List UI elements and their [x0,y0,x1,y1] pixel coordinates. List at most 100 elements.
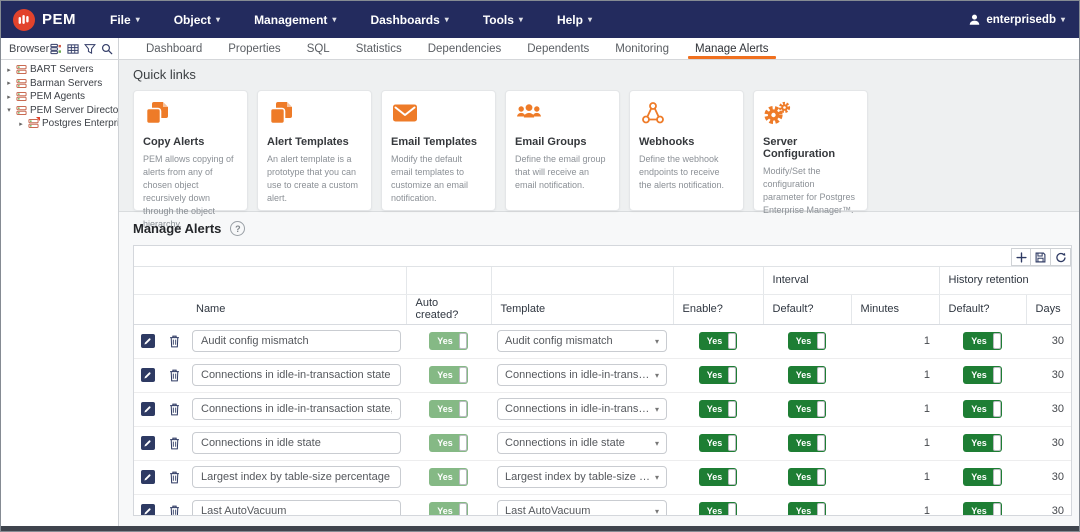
table-row: Yes Connections in idle-in-transaction s… [134,392,1072,426]
alert-name-input[interactable] [192,500,401,516]
refresh-button[interactable] [1051,248,1071,266]
tab-properties[interactable]: Properties [215,38,293,59]
tree-item-postgres-enterprise-manager[interactable]: ▸ Postgres Enterprise Man [1,117,118,131]
history-default-toggle[interactable]: Yes [963,400,1002,418]
alert-name-input[interactable] [192,466,401,488]
object-explorer-icon[interactable] [50,43,62,55]
delete-row-button[interactable] [169,471,180,484]
grid-view-icon[interactable] [67,43,79,55]
card-alert-templates[interactable]: Alert Templates An alert template is a p… [257,90,372,211]
auto-created-toggle[interactable]: Yes [429,468,468,486]
alert-name-input[interactable] [192,364,401,386]
enable-toggle[interactable]: Yes [699,502,738,516]
template-select[interactable]: Audit config mismatch▾ [497,330,667,352]
search-icon[interactable] [101,43,113,55]
days-value[interactable]: 30 [1026,460,1072,494]
history-default-toggle[interactable]: Yes [963,434,1002,452]
card-email-groups[interactable]: Email Groups Define the email group that… [505,90,620,211]
minutes-value[interactable]: 1 [851,358,939,392]
menu-object[interactable]: Object▾ [174,13,220,27]
trash-icon [169,505,180,517]
card-server-configuration[interactable]: Server Configuration Modify/Set the conf… [753,90,868,211]
tab-dashboard[interactable]: Dashboard [133,38,215,59]
minutes-value[interactable]: 1 [851,494,939,516]
tab-dependencies[interactable]: Dependencies [415,38,515,59]
card-email-templates[interactable]: Email Templates Modify the default email… [381,90,496,211]
edit-row-button[interactable] [141,402,155,416]
browser-title: Browser [9,43,49,55]
tab-sql[interactable]: SQL [294,38,343,59]
days-value[interactable]: 30 [1026,392,1072,426]
tab-manage-alerts[interactable]: Manage Alerts [682,38,782,59]
tree-item-barman-servers[interactable]: ▸ Barman Servers [1,77,118,91]
history-default-toggle[interactable]: Yes [963,468,1002,486]
menu-tools[interactable]: Tools▾ [483,13,523,27]
days-value[interactable]: 30 [1026,358,1072,392]
filter-icon[interactable] [84,43,96,55]
tree-item-pem-server-directory[interactable]: ▾ PEM Server Directory (1) [1,104,118,118]
enable-toggle[interactable]: Yes [699,366,738,384]
auto-created-toggle[interactable]: Yes [429,332,468,350]
days-value[interactable]: 30 [1026,426,1072,460]
delete-row-button[interactable] [169,505,180,517]
menu-management[interactable]: Management▾ [254,13,336,27]
auto-created-toggle[interactable]: Yes [429,366,468,384]
auto-created-toggle[interactable]: Yes [429,502,468,516]
alert-name-input[interactable] [192,330,401,352]
edit-row-button[interactable] [141,368,155,382]
delete-row-button[interactable] [169,437,180,450]
minutes-value[interactable]: 1 [851,392,939,426]
card-copy-alerts[interactable]: Copy Alerts PEM allows copying of alerts… [133,90,248,211]
enable-toggle[interactable]: Yes [699,332,738,350]
history-default-toggle[interactable]: Yes [963,502,1002,516]
tab-monitoring[interactable]: Monitoring [602,38,682,59]
days-value[interactable]: 30 [1026,494,1072,516]
delete-row-button[interactable] [169,335,180,348]
history-default-toggle[interactable]: Yes [963,332,1002,350]
menu-dashboards[interactable]: Dashboards▾ [370,13,448,27]
user-menu[interactable]: enterprisedb ▾ [968,13,1065,26]
edit-row-button[interactable] [141,334,155,348]
minutes-value[interactable]: 1 [851,426,939,460]
edit-row-button[interactable] [141,504,155,516]
add-row-button[interactable] [1011,248,1031,266]
edit-row-button[interactable] [141,436,155,450]
delete-row-button[interactable] [169,403,180,416]
minutes-value[interactable]: 1 [851,324,939,358]
enable-toggle[interactable]: Yes [699,400,738,418]
interval-default-toggle[interactable]: Yes [788,468,827,486]
menu-help[interactable]: Help▾ [557,13,592,27]
template-select[interactable]: Connections in idle-in-transaction state… [497,364,667,386]
auto-created-toggle[interactable]: Yes [429,434,468,452]
history-default-toggle[interactable]: Yes [963,366,1002,384]
enable-toggle[interactable]: Yes [699,434,738,452]
interval-default-toggle[interactable]: Yes [788,366,827,384]
brand[interactable]: PEM [13,9,76,31]
help-icon[interactable]: ? [230,221,245,236]
auto-created-toggle[interactable]: Yes [429,400,468,418]
template-select[interactable]: Connections in idle state▾ [497,432,667,454]
edit-row-button[interactable] [141,470,155,484]
tree-item-bart-servers[interactable]: ▸ BART Servers [1,63,118,77]
delete-row-button[interactable] [169,369,180,382]
days-value[interactable]: 30 [1026,324,1072,358]
template-select[interactable]: Largest index by table-size percentage▾ [497,466,667,488]
interval-default-toggle[interactable]: Yes [788,400,827,418]
chevron-down-icon: ▾ [136,15,140,24]
alert-name-input[interactable] [192,398,401,420]
interval-default-toggle[interactable]: Yes [788,332,827,350]
interval-default-toggle[interactable]: Yes [788,434,827,452]
tree-item-pem-agents[interactable]: ▸ PEM Agents [1,90,118,104]
browser-panel-header: Browser [1,38,119,59]
template-select[interactable]: Connections in idle-in-transaction state… [497,398,667,420]
interval-default-toggle[interactable]: Yes [788,502,827,516]
tab-statistics[interactable]: Statistics [343,38,415,59]
minutes-value[interactable]: 1 [851,460,939,494]
alert-name-input[interactable] [192,432,401,454]
tab-dependents[interactable]: Dependents [514,38,602,59]
template-select[interactable]: Last AutoVacuum▾ [497,500,667,516]
card-webhooks[interactable]: Webhooks Define the webhook endpoints to… [629,90,744,211]
menu-file[interactable]: File▾ [110,13,140,27]
save-button[interactable] [1031,248,1051,266]
enable-toggle[interactable]: Yes [699,468,738,486]
